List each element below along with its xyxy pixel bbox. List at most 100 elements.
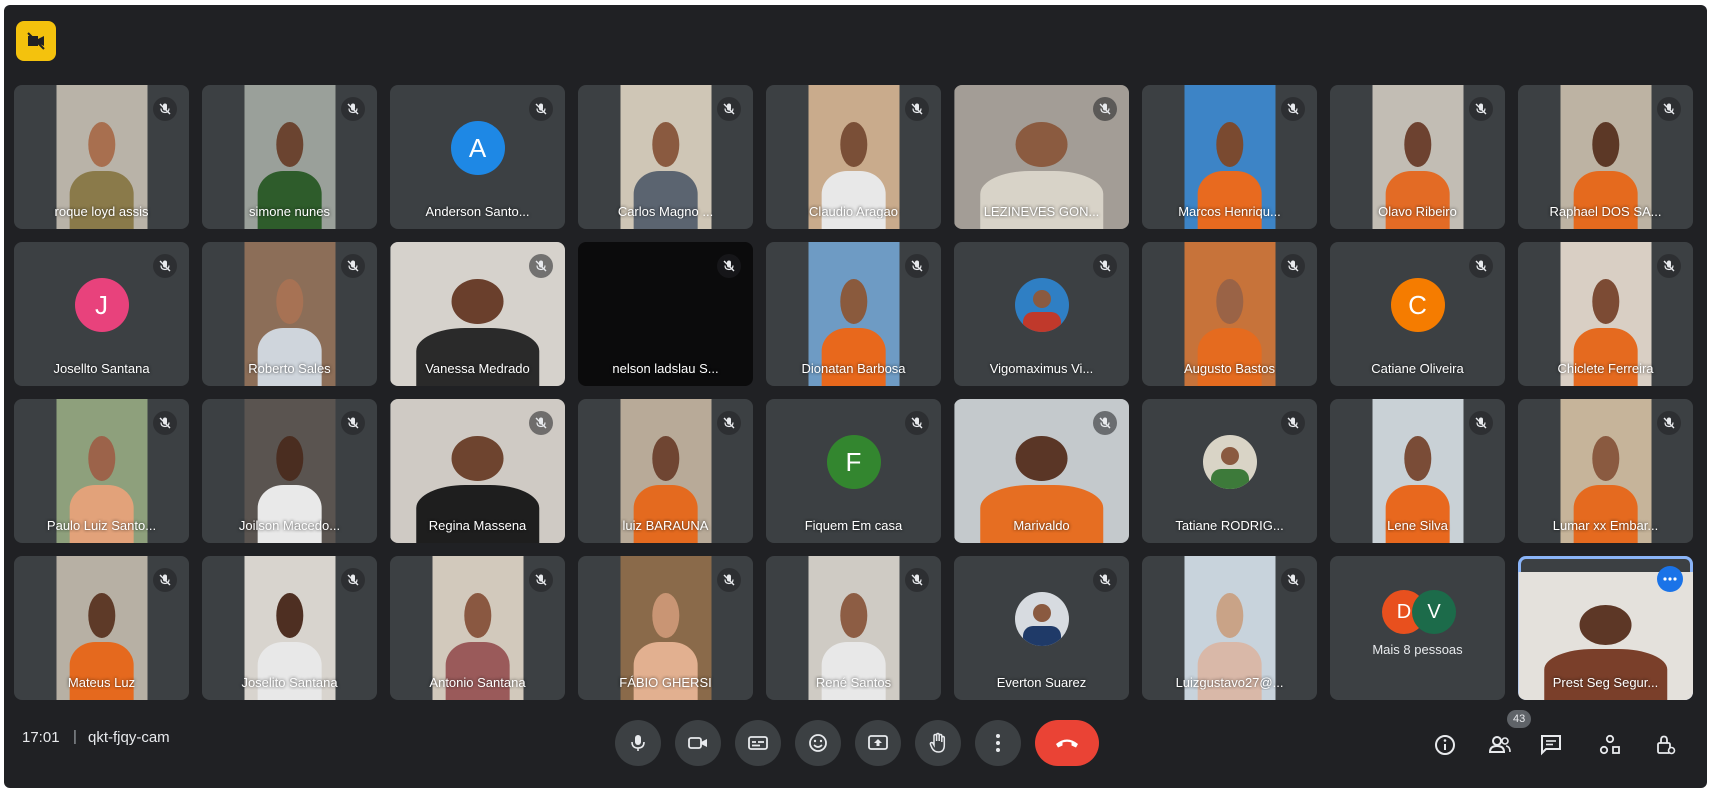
participant-name: Mateus Luz [67, 675, 136, 690]
mic-muted-icon [1281, 254, 1305, 278]
participant-tile[interactable]: Paulo Luiz Santo... [14, 399, 189, 543]
participant-tile[interactable]: Antonio Santana [390, 556, 565, 700]
participant-name: René Santos [815, 675, 892, 690]
meeting-info-button[interactable] [1425, 725, 1465, 765]
participant-avatar: J [74, 278, 129, 333]
participant-tile[interactable]: Roberto Sales [202, 242, 377, 386]
end-call-button[interactable] [1035, 720, 1099, 766]
participant-tile[interactable]: A Anderson Santo... [390, 85, 565, 229]
participant-avatar: F [826, 435, 881, 490]
mic-muted-icon [1657, 411, 1681, 435]
participant-name: Paulo Luiz Santo... [46, 518, 157, 533]
mic-muted-icon [529, 254, 553, 278]
mic-muted-icon [529, 97, 553, 121]
participant-tile[interactable]: Joselito Santana [202, 556, 377, 700]
present-screen-icon [868, 735, 888, 750]
mic-muted-icon [529, 411, 553, 435]
present-button[interactable] [855, 720, 901, 766]
host-controls-button[interactable] [1645, 725, 1685, 765]
meeting-badge-icon[interactable] [16, 21, 56, 61]
participant-tile[interactable]: Augusto Bastos [1142, 242, 1317, 386]
participant-tile[interactable]: Vanessa Medrado [390, 242, 565, 386]
participant-grid: roque loyd assis simone nunes A Anderson Sa… [14, 85, 1695, 703]
participant-tile[interactable]: Mateus Luz [14, 556, 189, 700]
mic-muted-icon [1469, 254, 1493, 278]
participant-name: Catiane Oliveira [1371, 361, 1464, 376]
people-icon [1488, 736, 1511, 753]
mic-muted-icon [1469, 97, 1493, 121]
right-panel-icons [1425, 725, 1695, 765]
people-button[interactable] [1480, 725, 1520, 765]
participant-tile[interactable]: F Fiquem Em casa [766, 399, 941, 543]
participant-avatar: C [1390, 278, 1445, 333]
mic-muted-icon [905, 254, 929, 278]
participant-tile[interactable]: Everton Suarez [954, 556, 1129, 700]
raise-hand-button[interactable] [915, 720, 961, 766]
participant-tile[interactable]: Prest Seg Segur... [1518, 556, 1693, 700]
more-options-button[interactable] [975, 720, 1021, 766]
participant-name: roque loyd assis [54, 204, 149, 219]
participant-tile[interactable]: Joilson Macedo... [202, 399, 377, 543]
participant-name: luiz BARAUNA [622, 518, 709, 533]
participant-tile[interactable]: LEZINEVES GON... [954, 85, 1129, 229]
participant-name: Lene Silva [1387, 518, 1448, 533]
participant-tile[interactable]: Luizgustavo27@... [1142, 556, 1317, 700]
participant-tile[interactable]: roque loyd assis [14, 85, 189, 229]
meet-window: roque loyd assis simone nunes A Anderson Sa… [4, 5, 1707, 788]
participant-tile[interactable]: luiz BARAUNA [578, 399, 753, 543]
reactions-button[interactable] [795, 720, 841, 766]
participant-name: Carlos Magno ... [617, 204, 714, 219]
participant-tile[interactable]: Carlos Magno ... [578, 85, 753, 229]
participant-name: simone nunes [249, 204, 330, 219]
mic-muted-icon [1281, 568, 1305, 592]
participant-tile[interactable]: Regina Massena [390, 399, 565, 543]
participant-name: Prest Seg Segur... [1552, 675, 1659, 690]
participant-name: Marcos Henriqu... [1178, 204, 1281, 219]
mic-muted-icon [905, 411, 929, 435]
participant-tile[interactable]: Marcos Henriqu... [1142, 85, 1317, 229]
participant-name: Claudio Aragao [809, 204, 898, 219]
camera-button[interactable] [675, 720, 721, 766]
participant-name: Anderson Santo... [425, 204, 530, 219]
participant-tile[interactable]: René Santos [766, 556, 941, 700]
captions-button[interactable] [735, 720, 781, 766]
participant-name: Roberto Sales [248, 361, 331, 376]
chat-button[interactable] [1531, 725, 1571, 765]
mic-muted-icon [905, 568, 929, 592]
meeting-time: 17:01 [22, 729, 60, 746]
participant-tile[interactable]: Claudio Aragao [766, 85, 941, 229]
microphone-icon [631, 735, 645, 751]
participant-name: Vigomaximus Vi... [989, 361, 1094, 376]
mic-muted-icon [1093, 568, 1117, 592]
participant-tile[interactable]: Olavo Ribeiro [1330, 85, 1505, 229]
participant-name: Everton Suarez [996, 675, 1087, 690]
participant-tile[interactable]: Lene Silva [1330, 399, 1505, 543]
participant-tile[interactable]: Chiclete Ferreira [1518, 242, 1693, 386]
participant-tile[interactable]: C Catiane Oliveira [1330, 242, 1505, 386]
participant-tile[interactable]: simone nunes [202, 85, 377, 229]
activities-button[interactable] [1590, 725, 1630, 765]
participant-tile[interactable]: Marivaldo [954, 399, 1129, 543]
participant-name: Tatiane RODRIG... [1175, 518, 1284, 533]
mic-muted-icon [153, 411, 177, 435]
participant-tile[interactable]: Raphael DOS SA... [1518, 85, 1693, 229]
participant-tile[interactable]: J Josellto Santana [14, 242, 189, 386]
participant-tile[interactable]: Tatiane RODRIG... [1142, 399, 1317, 543]
participant-tile[interactable]: FÁBIO GHERSI [578, 556, 753, 700]
participant-tile[interactable]: Vigomaximus Vi... [954, 242, 1129, 386]
top-bar [16, 21, 56, 61]
mic-muted-icon [341, 254, 365, 278]
participant-tile[interactable]: Dionatan Barbosa [766, 242, 941, 386]
participant-name: LEZINEVES GON... [983, 204, 1100, 219]
microphone-button[interactable] [615, 720, 661, 766]
mic-muted-icon [1093, 97, 1117, 121]
call-controls [615, 720, 1099, 766]
mic-muted-icon [341, 97, 365, 121]
participant-tile[interactable]: Lumar xx Embar... [1518, 399, 1693, 543]
participant-tile[interactable]: nelson ladslau S... [578, 242, 753, 386]
bottom-bar: 17:01 | qkt-fjqy-cam 43 [4, 705, 1707, 775]
mic-muted-icon [717, 411, 741, 435]
tile-options-button[interactable] [1657, 566, 1683, 592]
participant-name: Augusto Bastos [1183, 361, 1276, 376]
participant-tile[interactable]: D V Mais 8 pessoas [1330, 556, 1505, 700]
